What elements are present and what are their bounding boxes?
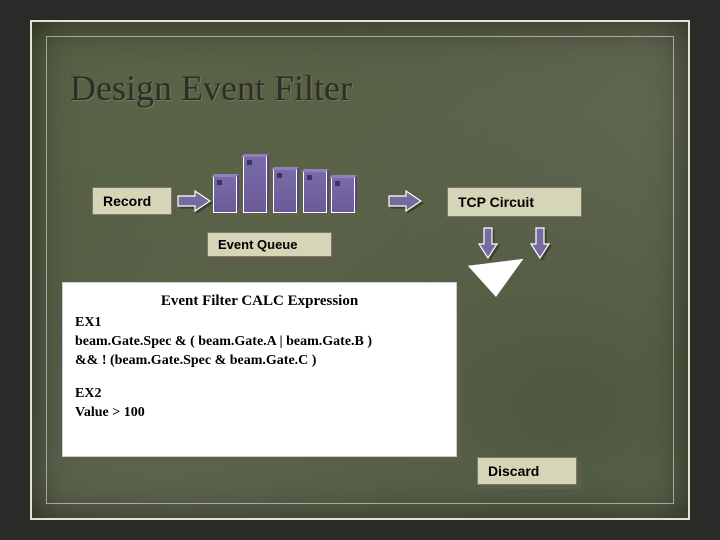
ex1-line-1: beam.Gate.Spec & ( beam.Gate.A | beam.Ga… xyxy=(75,333,444,352)
queue-col-4 xyxy=(304,172,326,212)
queue-col-1 xyxy=(214,177,236,212)
arrow-queue-to-tcp-icon xyxy=(388,190,422,212)
slide-frame: Design Event Filter Record TCP Circuit E… xyxy=(30,20,690,520)
discard-label: Discard xyxy=(488,463,539,479)
record-box: Record xyxy=(92,187,172,215)
queue-col-3 xyxy=(274,170,296,212)
callout-heading: Event Filter CALC Expression xyxy=(75,293,444,310)
ex1-label: EX1 xyxy=(75,314,444,333)
event-queue-label-box: Event Queue xyxy=(207,232,332,257)
event-queue-columns xyxy=(204,147,374,212)
ex2-label: EX2 xyxy=(75,385,444,404)
event-queue-label: Event Queue xyxy=(218,237,297,252)
tcp-circuit-label: TCP Circuit xyxy=(458,194,534,210)
slide-title: Design Event Filter xyxy=(70,67,352,109)
arrow-tcp-down-right-icon xyxy=(530,227,550,259)
queue-col-2 xyxy=(244,157,266,212)
example-2: EX2 Value > 100 xyxy=(75,385,444,423)
queue-col-5 xyxy=(332,178,354,212)
event-filter-callout: Event Filter CALC Expression EX1 beam.Ga… xyxy=(62,282,457,457)
ex1-line-2: && ! (beam.Gate.Spec & beam.Gate.C ) xyxy=(75,352,444,371)
record-label: Record xyxy=(103,193,151,209)
example-1: EX1 beam.Gate.Spec & ( beam.Gate.A | bea… xyxy=(75,314,444,371)
tcp-circuit-box: TCP Circuit xyxy=(447,187,582,217)
discard-box: Discard xyxy=(477,457,577,485)
ex2-line-1: Value > 100 xyxy=(75,404,444,423)
